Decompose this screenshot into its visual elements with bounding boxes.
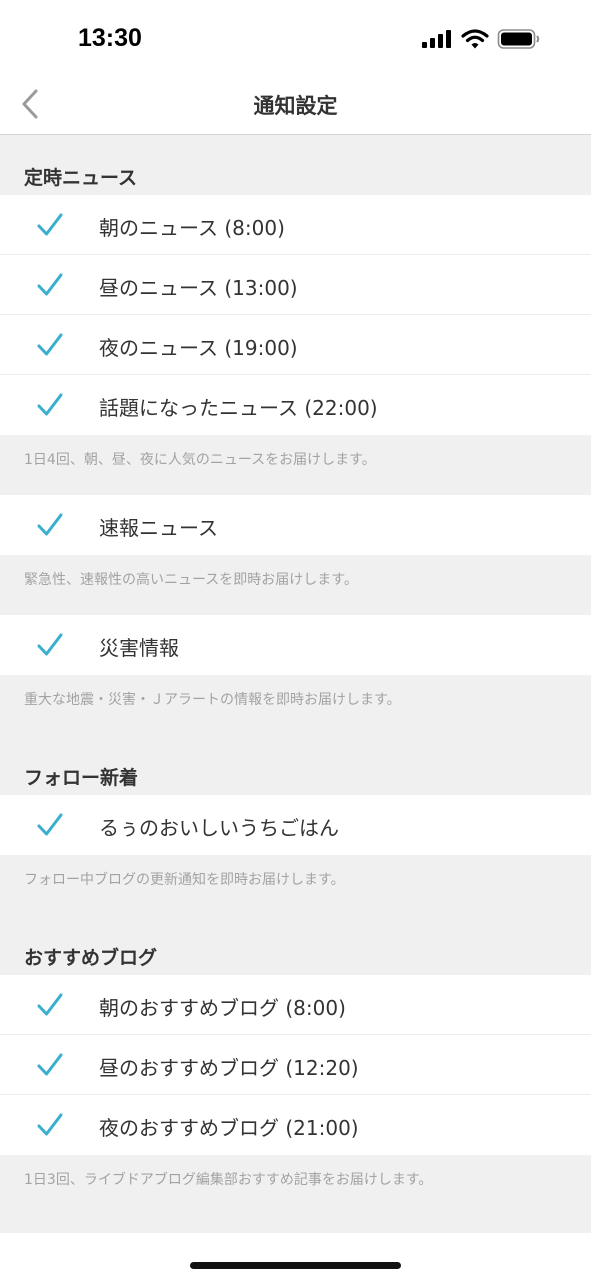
setting-row-morning-news[interactable]: 朝のニュース (8:00) — [0, 195, 591, 255]
setting-row-noon-news[interactable]: 昼のニュース (13:00) — [0, 255, 591, 315]
section-footer-scheduled-news: 1日4回、朝、昼、夜に人気のニュースをお届けします。 — [24, 452, 376, 468]
setting-row-evening-recommended[interactable]: 夜のおすすめブログ (21:00) — [0, 1095, 591, 1155]
checkmark-icon — [37, 813, 63, 836]
home-indicator[interactable] — [190, 1262, 401, 1269]
wifi-icon — [461, 29, 489, 49]
checkmark-icon — [37, 1113, 63, 1136]
setting-row-morning-recommended[interactable]: 朝のおすすめブログ (8:00) — [0, 975, 591, 1035]
setting-label: 朝のニュース (8:00) — [99, 216, 285, 240]
section-footer-recommended: 1日3回、ライブドアブログ編集部おすすめ記事をお届けします。 — [24, 1172, 433, 1188]
section-header-follow: フォロー新着 — [24, 767, 139, 789]
checkmark-icon — [37, 273, 63, 296]
checkmark-icon — [37, 393, 63, 416]
setting-label: 速報ニュース — [99, 516, 218, 540]
battery-icon — [497, 29, 540, 49]
setting-label: 夜のニュース (19:00) — [99, 336, 298, 360]
setting-row-followed-blog[interactable]: るぅのおいしいうちごはん — [0, 795, 591, 855]
setting-label: 夜のおすすめブログ (21:00) — [99, 1116, 359, 1140]
setting-row-disaster-info[interactable]: 災害情報 — [0, 615, 591, 675]
cellular-signal-icon — [422, 30, 451, 48]
checkmark-icon — [37, 993, 63, 1016]
setting-label: 昼のおすすめブログ (12:20) — [99, 1056, 359, 1080]
checkmark-icon — [37, 1053, 63, 1076]
setting-label: 昼のニュース (13:00) — [99, 276, 298, 300]
checkmark-icon — [37, 333, 63, 356]
navigation-bar: 通知設定 — [0, 80, 591, 135]
status-icons — [421, 28, 541, 50]
checkmark-icon — [37, 513, 63, 536]
status-time: 13:30 — [78, 24, 142, 52]
setting-row-trending-news[interactable]: 話題になったニュース (22:00) — [0, 375, 591, 435]
bottom-bar — [0, 1233, 591, 1280]
setting-label: 朝のおすすめブログ (8:00) — [99, 996, 346, 1020]
status-bar: 13:30 — [0, 0, 591, 80]
setting-row-noon-recommended[interactable]: 昼のおすすめブログ (12:20) — [0, 1035, 591, 1095]
section-footer-disaster: 重大な地震・災害・Ｊアラートの情報を即時お届けします。 — [24, 692, 401, 708]
setting-label: るぅのおいしいうちごはん — [99, 816, 339, 840]
checkmark-icon — [37, 633, 63, 656]
setting-row-breaking-news[interactable]: 速報ニュース — [0, 495, 591, 555]
setting-row-evening-news[interactable]: 夜のニュース (19:00) — [0, 315, 591, 375]
setting-label: 話題になったニュース (22:00) — [99, 396, 378, 420]
page-title: 通知設定 — [253, 94, 338, 118]
section-header-recommended: おすすめブログ — [24, 947, 158, 969]
settings-list: 定時ニュース 朝のニュース (8:00) 昼のニュース (13:00) 夜のニュ… — [0, 135, 591, 1215]
section-footer-follow: フォロー中ブログの更新通知を即時お届けします。 — [24, 872, 345, 888]
checkmark-icon — [37, 213, 63, 236]
section-footer-breaking-news: 緊急性、速報性の高いニュースを即時お届けします。 — [24, 572, 358, 588]
section-header-scheduled-news: 定時ニュース — [24, 167, 138, 189]
setting-label: 災害情報 — [99, 636, 179, 660]
